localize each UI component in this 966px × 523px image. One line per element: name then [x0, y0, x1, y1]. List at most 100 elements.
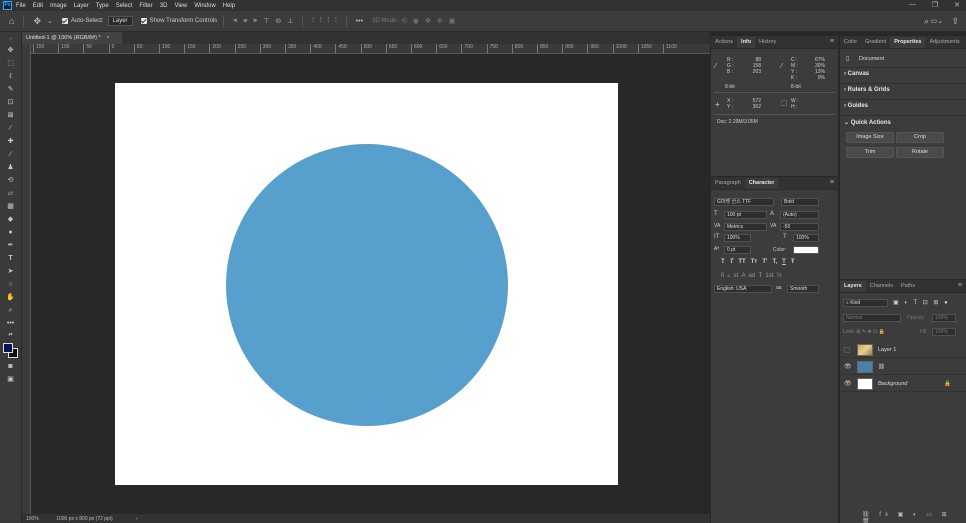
menu-window[interactable]: Window	[194, 3, 215, 9]
tab-color[interactable]: Color	[840, 37, 861, 48]
distribute-icon[interactable]: ⦙	[312, 17, 314, 25]
layer-row-layer1[interactable]: Layer 1	[840, 342, 966, 358]
align-bottom-icon[interactable]: ⊥	[287, 17, 293, 25]
eye-icon[interactable]: 👁	[844, 363, 852, 370]
foreground-color-swatch[interactable]	[3, 343, 13, 353]
marquee-tool-icon[interactable]: ⬚	[4, 58, 17, 69]
subscript-button[interactable]: T,	[772, 259, 777, 265]
ellipse-tool-icon[interactable]: ○	[4, 279, 17, 290]
status-chevron-icon[interactable]: ›	[136, 516, 138, 522]
blue-circle-shape[interactable]	[226, 144, 508, 426]
align-right-icon[interactable]: ⫸	[253, 17, 257, 25]
search-icon[interactable]: ⌕	[924, 16, 929, 27]
path-select-tool-icon[interactable]: ➤	[4, 266, 17, 277]
layer-name[interactable]: Layer 1	[878, 347, 896, 353]
dodge-tool-icon[interactable]: ●	[4, 227, 17, 238]
distribute-spacing-icon[interactable]: ⦙	[335, 17, 337, 25]
tab-gradient[interactable]: Gradient	[861, 37, 890, 48]
distribute-v-icon[interactable]: ⦙	[320, 17, 322, 25]
blend-mode-select[interactable]: Normal	[843, 314, 901, 322]
tracking-field[interactable]: -50	[780, 223, 819, 231]
menu-select[interactable]: Select	[116, 3, 133, 9]
align-left-icon[interactable]: ⫷	[233, 17, 237, 25]
show-transform-checkbox[interactable]: Show Transform Controls	[140, 18, 217, 24]
layer-name[interactable]: Background	[878, 381, 907, 387]
menu-type[interactable]: Type	[96, 3, 109, 9]
document-tab[interactable]: Untitled-1 @ 100% (RGB/8#) * ×	[22, 32, 122, 44]
opacity-field[interactable]: 100%	[932, 314, 956, 322]
menu-edit[interactable]: Edit	[33, 3, 43, 9]
blur-tool-icon[interactable]: ◆	[4, 214, 17, 225]
font-style-select[interactable]: Bold	[781, 198, 819, 206]
tab-paragraph[interactable]: Paragraph	[711, 178, 745, 189]
zoom-level[interactable]: 100%	[26, 516, 39, 522]
align-top-icon[interactable]: ⊤	[263, 17, 269, 25]
move-tool-icon[interactable]: ✥	[33, 16, 41, 27]
menu-view[interactable]: View	[174, 3, 187, 9]
menu-layer[interactable]: Layer	[74, 3, 89, 9]
eye-icon[interactable]: 👁	[844, 380, 852, 387]
tab-actions[interactable]: Actions	[711, 37, 737, 48]
workspace-icon[interactable]: ▭⌄	[931, 17, 943, 25]
layers-footer-icons[interactable]: ⛓ fx ▣ ◐ ▭ ⊞ 🗑	[862, 511, 966, 523]
more-icon[interactable]: •••	[356, 18, 363, 25]
faux-bold-button[interactable]: T	[721, 259, 725, 265]
tab-properties[interactable]: Properties	[890, 37, 926, 48]
quick-mask-icon[interactable]: ◙	[4, 361, 17, 372]
leading-field[interactable]: (Auto)	[780, 211, 819, 219]
font-size-field[interactable]: 100 pt	[724, 211, 767, 219]
trim-button[interactable]: Trim	[846, 147, 894, 158]
close-tab-icon[interactable]: ×	[106, 35, 109, 41]
more-tools-icon[interactable]: •••	[4, 318, 17, 329]
menu-image[interactable]: Image	[50, 3, 67, 9]
stamp-tool-icon[interactable]: ♟	[4, 162, 17, 173]
crop-tool-icon[interactable]: ⊡	[4, 97, 17, 108]
document-canvas[interactable]	[115, 83, 618, 485]
swap-colors-icon[interactable]: ⇄	[4, 330, 17, 341]
vertical-ruler[interactable]	[22, 44, 31, 514]
fill-field[interactable]: 100%	[932, 328, 956, 336]
small-caps-button[interactable]: Tт	[751, 259, 758, 265]
color-swatches[interactable]	[3, 343, 18, 358]
close-icon[interactable]: ✕	[954, 1, 960, 9]
canvas-area[interactable]	[31, 54, 710, 514]
eyedropper-tool-icon[interactable]: ⁄	[4, 123, 17, 134]
screen-mode-icon[interactable]: ▣	[4, 374, 17, 385]
hand-tool-icon[interactable]: ✋	[4, 292, 17, 303]
frame-tool-icon[interactable]: ⊠	[4, 110, 17, 121]
auto-select-checkbox[interactable]: Auto-Select:	[61, 18, 104, 24]
distribute-h-icon[interactable]: ⦙	[328, 17, 330, 25]
font-family-select[interactable]: G마켓 산스 TTF	[714, 198, 774, 206]
menu-3d[interactable]: 3D	[160, 3, 168, 9]
all-caps-button[interactable]: TT	[738, 259, 745, 265]
share-icon[interactable]: ⇪	[951, 16, 959, 27]
lasso-tool-icon[interactable]: ℓ	[4, 71, 17, 82]
text-color-swatch[interactable]	[793, 246, 819, 254]
section-rulers-grids[interactable]: › Rulers & Grids	[844, 87, 890, 93]
lock-icons[interactable]: ⊞ ✎ ✥ ⊡ 🔒	[856, 329, 885, 335]
faux-italic-button[interactable]: T	[730, 259, 734, 265]
opentype-features-icon[interactable]: ﬁ ℴ st A ad T 1st ½	[721, 272, 782, 279]
layer-filter-kind[interactable]: ⌕ Kind	[843, 299, 888, 307]
menu-file[interactable]: File	[16, 3, 26, 9]
antialias-select[interactable]: Smooth	[787, 285, 819, 293]
tab-adjustments[interactable]: Adjustments	[925, 37, 963, 48]
align-middle-icon[interactable]: ⊝	[275, 17, 281, 25]
history-brush-tool-icon[interactable]: ⟲	[4, 175, 17, 186]
quick-select-tool-icon[interactable]: ✎	[4, 84, 17, 95]
tab-character[interactable]: Character	[744, 178, 779, 189]
layer-row-shape[interactable]: 👁 ⛓	[840, 359, 966, 375]
rotate-button[interactable]: Rotate	[896, 147, 944, 158]
collapse-icon[interactable]: »	[4, 34, 17, 45]
minimize-icon[interactable]: —	[909, 1, 916, 9]
align-center-icon[interactable]: ≡	[243, 18, 247, 25]
pen-tool-icon[interactable]: ✒	[4, 240, 17, 251]
baseline-shift-field[interactable]: 0 pt	[724, 246, 751, 254]
kerning-field[interactable]: Metrics	[724, 223, 767, 231]
vertical-scale-field[interactable]: 100%	[724, 234, 751, 242]
menu-filter[interactable]: Filter	[139, 3, 152, 9]
healing-tool-icon[interactable]: ✚	[4, 136, 17, 147]
horizontal-ruler[interactable]: 150 100 50 0 50 100 150 200 250 300 350 400 450 500 55…	[31, 44, 710, 54]
horizontal-scale-field[interactable]: 100%	[793, 234, 819, 242]
zoom-tool-icon[interactable]: ⌕	[4, 305, 17, 316]
